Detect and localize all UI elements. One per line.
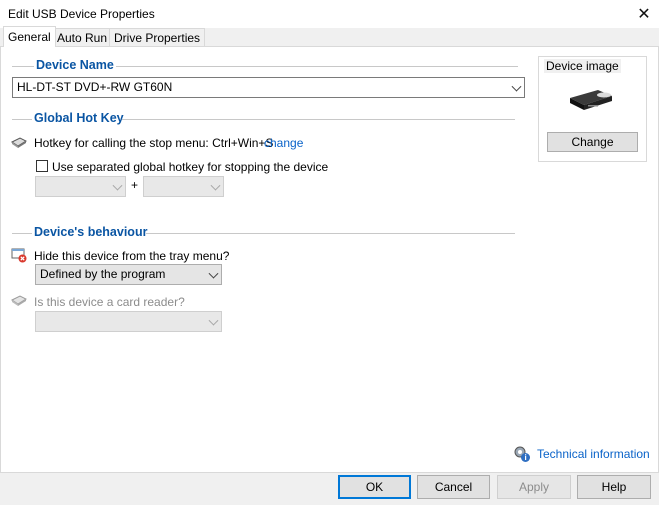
global-hotkey-heading: Global Hot Key — [34, 111, 124, 125]
device-name-value: HL-DT-ST DVD+-RW GT60N — [17, 80, 173, 94]
close-icon[interactable]: ✕ — [629, 0, 659, 28]
tab-auto-run[interactable]: Auto Run — [52, 28, 113, 47]
chevron-down-icon — [511, 81, 522, 92]
separate-hotkey-checkbox[interactable] — [36, 160, 48, 172]
hotkey-modifier-combo — [35, 176, 126, 197]
section-divider — [116, 66, 518, 67]
cancel-button[interactable]: Cancel — [417, 475, 490, 499]
section-divider — [12, 233, 32, 234]
technical-information-link[interactable]: Technical information — [537, 447, 650, 461]
ok-button[interactable]: OK — [338, 475, 411, 499]
tray-menu-value: Defined by the program — [40, 267, 166, 281]
card-reader-combo — [35, 311, 222, 332]
window-title: Edit USB Device Properties — [8, 7, 155, 21]
hotkey-text: Hotkey for calling the stop menu: Ctrl+W… — [34, 136, 274, 150]
card-reader-label: Is this device a card reader? — [34, 295, 185, 309]
separate-hotkey-label[interactable]: Use separated global hotkey for stopping… — [52, 160, 328, 174]
section-divider — [122, 119, 515, 120]
behaviour-heading: Device's behaviour — [34, 225, 148, 239]
keyboard-icon — [11, 135, 28, 149]
chevron-down-icon — [210, 180, 221, 191]
section-divider — [12, 66, 34, 67]
help-button[interactable]: Help — [577, 475, 651, 499]
hotkey-change-link[interactable]: change — [264, 136, 303, 150]
device-image-title: Device image — [544, 59, 621, 73]
optical-drive-icon — [566, 84, 616, 114]
hotkey-key-combo — [143, 176, 224, 197]
device-name-heading: Device Name — [36, 58, 114, 72]
plus-sign: + — [131, 178, 139, 192]
change-image-button[interactable]: Change — [547, 132, 638, 152]
info-gear-icon[interactable] — [513, 445, 531, 463]
device-name-combo[interactable]: HL-DT-ST DVD+-RW GT60N — [12, 77, 525, 98]
tray-menu-combo[interactable]: Defined by the program — [35, 264, 222, 285]
section-divider — [12, 119, 32, 120]
section-divider — [146, 233, 515, 234]
tab-general[interactable]: General — [3, 26, 56, 47]
apply-button: Apply — [497, 475, 571, 499]
title-bar: Edit USB Device Properties ✕ — [0, 0, 659, 28]
tray-hide-icon — [11, 247, 27, 263]
chevron-down-icon — [208, 268, 219, 279]
tray-menu-label: Hide this device from the tray menu? — [34, 249, 230, 263]
card-reader-icon — [11, 293, 28, 307]
tab-drive-properties[interactable]: Drive Properties — [109, 28, 206, 47]
chevron-down-icon — [112, 180, 123, 191]
chevron-down-icon — [208, 315, 219, 326]
